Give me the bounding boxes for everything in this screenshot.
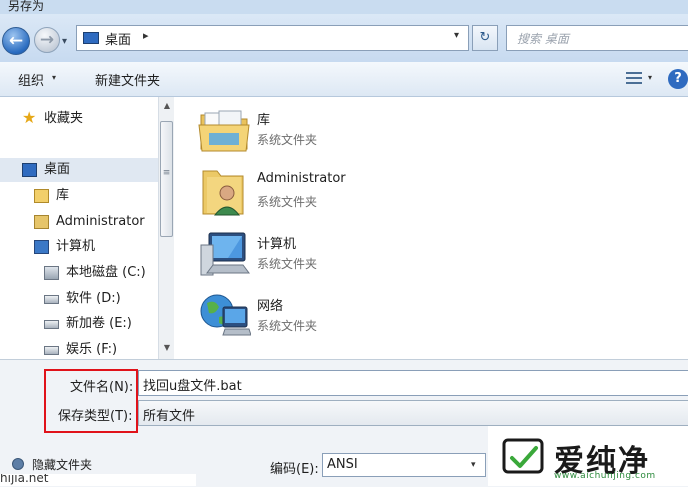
file-item-library[interactable]: 库 系统文件夹 [197,103,497,159]
nav-item-label: 娱乐 (F:) [66,342,118,357]
nav-item-label: 本地磁盘 (C:) [66,265,146,280]
scroll-up-icon[interactable]: ▲ [159,101,175,110]
encoding-select[interactable]: ANSI ▾ [322,453,486,477]
drive-icon [44,295,59,304]
encoding-value[interactable]: ANSI [327,457,358,472]
desktop-icon [83,32,99,44]
new-folder-button[interactable]: 新建文件夹 [95,70,160,89]
help-icon[interactable]: ? [668,69,688,89]
view-options-icon[interactable] [626,71,642,85]
star-icon: ★ [22,108,37,127]
filename-input[interactable]: 找回u盘文件.bat [138,370,688,396]
annotation-highlight-box [44,369,138,433]
back-arrow-icon: ← [8,31,24,51]
desktop-icon [22,163,37,177]
address-bar[interactable]: 桌面 ▸ ▾ [76,25,469,51]
nav-item-label: 新加卷 (E:) [66,316,132,331]
corner-watermark: hijia.net [0,474,196,486]
search-input[interactable]: 搜索 桌面 [506,25,688,51]
nav-item-label: 桌面 [44,162,71,177]
scroll-thumb[interactable]: ≡ [160,121,173,237]
search-placeholder: 搜索 桌面 [517,32,569,46]
file-item-network[interactable]: 网络 系统文件夹 [197,289,497,345]
scroll-down-icon[interactable]: ▼ [159,343,175,352]
user-icon [34,215,49,229]
title-bar: 另存为 [0,0,688,14]
command-toolbar: 组织 ▾ 新建文件夹 ▾ ? [0,62,688,97]
organize-dropdown-icon[interactable]: ▾ [52,73,56,82]
file-type: 系统文件夹 [257,195,318,209]
view-dropdown-icon[interactable]: ▾ [648,73,652,82]
encoding-label: 编码(E): [270,462,319,477]
hide-folders-button[interactable]: 隐藏文件夹 [32,456,92,473]
network-icon [200,294,251,336]
file-name: 网络 [257,299,284,314]
nav-item-label: 计算机 [56,239,96,254]
file-name: 库 [257,113,271,128]
address-crumb-desktop[interactable]: 桌面 [105,29,131,48]
file-type: 系统文件夹 [257,319,318,333]
encoding-dropdown-icon[interactable]: ▾ [471,460,476,470]
drive-icon [44,346,59,355]
file-name: 计算机 [257,237,297,252]
navigation-scrollbar[interactable]: ▲ ≡ ▼ [158,97,174,359]
system-drive-icon [44,266,59,280]
watermark: 爱纯净 www.aichunjing.com [488,426,688,486]
computer-icon [200,232,250,276]
forward-button[interactable]: → [34,27,60,53]
refresh-button[interactable]: ↻ [472,25,498,51]
recent-locations-button[interactable]: ▾ [62,36,67,47]
window-title: 另存为 [8,0,45,13]
address-dropdown-icon[interactable]: ▾ [454,30,459,41]
file-item-computer[interactable]: 计算机 系统文件夹 [197,227,497,283]
save-type-value[interactable]: 所有文件 [143,405,195,424]
corner-watermark-text: hijia.net [0,474,49,485]
nav-item-label: 收藏夹 [44,111,84,126]
nav-item-label: 软件 (D:) [66,291,121,306]
file-item-administrator[interactable]: Administrator 系统文件夹 [197,165,497,221]
back-button[interactable]: ← [2,27,30,55]
file-type: 系统文件夹 [257,133,318,147]
breadcrumb-arrow-icon[interactable]: ▸ [143,29,149,42]
watermark-logo-icon [502,438,544,474]
drive-icon [44,320,59,329]
organize-button[interactable]: 组织 [18,70,44,89]
computer-icon [34,240,49,254]
watermark-url: www.aichunjing.com [554,471,656,481]
user-folder-icon [202,170,244,216]
forward-arrow-icon: → [39,30,55,50]
filename-value[interactable]: 找回u盘文件.bat [143,375,242,394]
refresh-icon: ↻ [479,30,491,45]
library-icon [34,189,49,203]
file-list-pane: 库 系统文件夹 Administrator 系统文件夹 计算机 系统文件夹 网络… [175,97,688,359]
nav-item-label: Administrator [56,214,145,229]
library-folder-icon [198,110,250,152]
file-name: Administrator [257,171,346,186]
address-row: ← → ▾ 桌面 ▸ ▾ ↻ 搜索 桌面 [0,14,688,62]
save-type-select[interactable]: 所有文件 [138,400,688,426]
hide-folders-icon[interactable] [12,458,24,470]
file-type: 系统文件夹 [257,257,318,271]
nav-item-label: 库 [56,188,70,203]
grip-icon: ≡ [162,168,171,178]
